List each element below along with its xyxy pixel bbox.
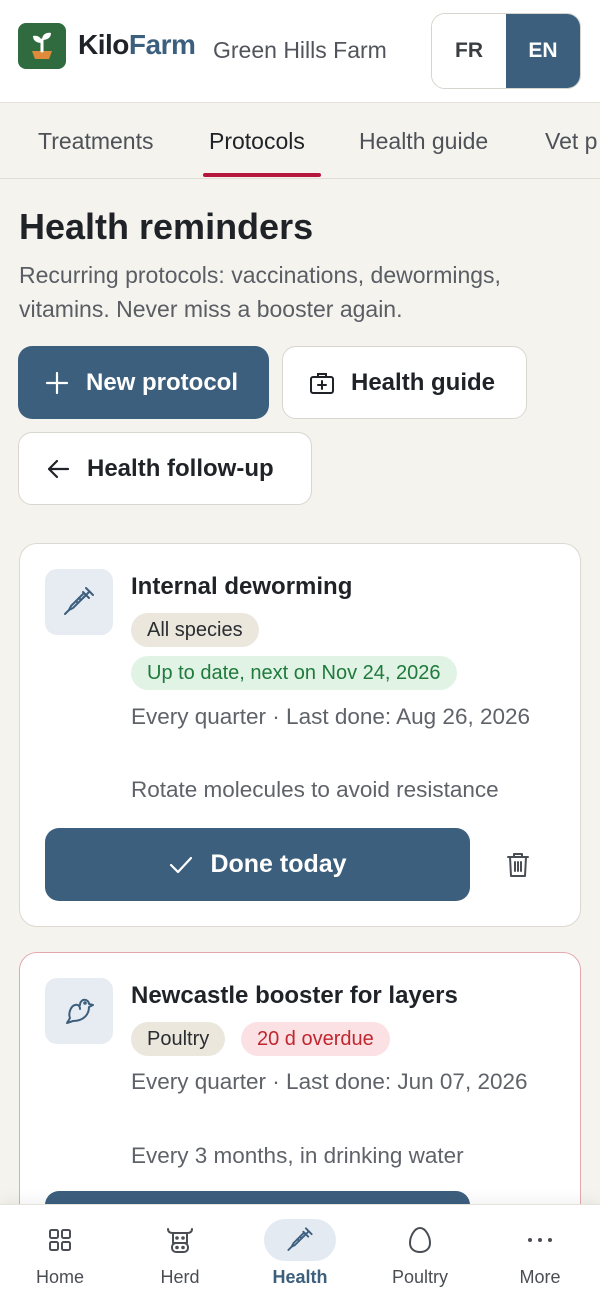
grid-icon [24,1219,96,1261]
arrow-left-icon [45,457,71,481]
health-follow-up-button[interactable]: Health follow-up [18,432,312,505]
page-title: Health reminders [19,206,314,247]
species-badge: All species [131,613,259,647]
farm-name: Green Hills Farm [213,37,387,63]
brand-name: KiloFarm [78,29,196,61]
nav-health-label: Health [272,1267,328,1287]
protocol-card: Internal deworming All species Up to dat… [19,543,581,927]
page-subtitle: Recurring protocols: vaccinations, dewor… [19,262,501,322]
nav-herd[interactable]: Herd [120,1205,240,1298]
tab-health-guide[interactable]: Health guide [359,127,488,155]
language-switcher: FR EN [431,13,581,89]
done-today-label: Done today [210,850,347,878]
health-follow-up-label: Health follow-up [87,454,274,482]
active-tab-indicator [203,173,321,177]
app-header: KiloFarm Green Hills Farm FR EN [0,0,600,103]
protocol-title: Internal deworming [131,573,353,600]
egg-icon [384,1219,456,1261]
nav-more-label: More [519,1267,561,1287]
first-aid-kit-icon [309,371,335,395]
trash-icon[interactable] [502,849,534,881]
nav-poultry-label: Poultry [391,1267,449,1287]
status-badge: 20 d overdue [241,1022,390,1056]
new-protocol-button[interactable]: New protocol [18,346,269,419]
brand-part-farm: Farm [128,29,196,60]
nav-home[interactable]: Home [0,1205,120,1298]
lang-en-button[interactable]: EN [506,14,580,88]
species-badge: Poultry [131,1022,226,1056]
more-icon [504,1219,576,1261]
protocol-note: Every 3 months, in drinking water [131,1143,464,1168]
status-badge: Up to date, next on Nov 24, 2026 [131,656,457,690]
tab-vet[interactable]: Vet p [545,127,597,155]
tab-protocols[interactable]: Protocols [209,127,305,155]
brand-part-kilo: Kilo [78,29,129,60]
syringe-icon [264,1219,336,1261]
bird-icon [45,978,113,1044]
protocol-frequency: Every quarter · Last done: Jun 07, 2026 [131,1069,528,1094]
lang-fr-button[interactable]: FR [432,14,506,88]
cow-icon [144,1219,216,1261]
protocol-note: Rotate molecules to avoid resistance [131,777,499,802]
syringe-icon [45,569,113,635]
nav-poultry[interactable]: Poultry [360,1205,480,1298]
health-guide-label: Health guide [351,368,496,396]
protocol-title: Newcastle booster for layers [131,982,458,1009]
check-icon [168,854,194,876]
nav-more[interactable]: More [480,1205,600,1298]
health-guide-button[interactable]: Health guide [282,346,527,419]
sprout-logo-icon [18,23,66,69]
bottom-navigation: Home Herd Health Poultry More [0,1204,600,1298]
nav-health[interactable]: Health [240,1205,360,1298]
nav-herd-label: Herd [160,1267,200,1287]
new-protocol-label: New protocol [86,368,239,396]
protocol-frequency: Every quarter · Last done: Aug 26, 2026 [131,704,531,729]
section-tabs: Treatments Protocols Health guide Vet p [0,103,600,179]
nav-home-label: Home [35,1267,84,1287]
plus-icon [44,370,70,396]
tab-treatments[interactable]: Treatments [38,127,153,155]
done-today-button[interactable]: Done today [45,828,470,901]
